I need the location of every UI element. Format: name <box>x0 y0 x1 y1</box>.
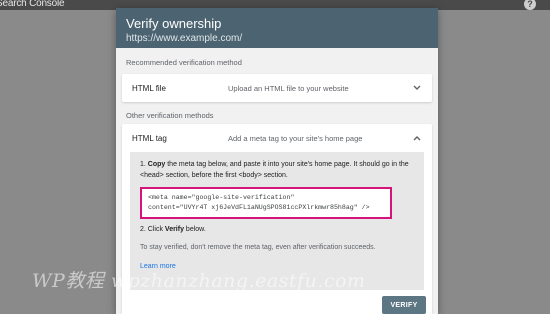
body-tag: <body> <box>238 171 262 179</box>
step-text-part: section. <box>261 171 288 179</box>
recommended-method-label: Recommended verification method <box>126 58 242 67</box>
step-text-part: section, before the first <box>163 171 239 179</box>
step-1-text: 1. Copy the meta tag below, and paste it… <box>140 160 416 181</box>
app-title: Search Console <box>0 0 65 9</box>
stay-verified-note: To stay verified, don't remove the meta … <box>140 243 376 251</box>
property-url: https://www.example.com/ <box>126 33 243 44</box>
chevron-down-icon[interactable] <box>412 83 422 93</box>
html-file-method-card[interactable]: HTML file Upload an HTML file to your we… <box>122 74 432 102</box>
method-name: HTML file <box>132 83 166 93</box>
step-action: Verify <box>164 226 184 233</box>
dialog-body: Recommended verification method HTML fil… <box>116 48 438 314</box>
dialog-header: Verify ownership https://www.example.com… <box>116 8 438 48</box>
step-text-part: the meta tag below, and paste it into yo… <box>165 161 409 168</box>
step-2-text: 2. Click Verify below. <box>140 225 416 236</box>
html-file-method-row[interactable]: HTML file Upload an HTML file to your we… <box>122 74 432 102</box>
code-line: <meta name="google-site-verification" <box>148 194 295 201</box>
step-number: 1. <box>140 161 146 168</box>
step-text-part: Click <box>145 226 165 233</box>
other-methods-label: Other verification methods <box>126 111 214 120</box>
head-tag: <head> <box>140 171 164 179</box>
meta-tag-code-box[interactable]: <meta name="google-site-verification" co… <box>140 187 392 219</box>
method-description: Add a meta tag to your site's home page <box>228 133 363 143</box>
dialog-title: Verify ownership <box>126 16 222 31</box>
chevron-up-icon[interactable] <box>412 133 422 143</box>
learn-more-link[interactable]: Learn more <box>140 263 176 270</box>
step-action: Copy <box>147 161 166 168</box>
meta-tag-instructions: 1. Copy the meta tag below, and paste it… <box>130 152 424 290</box>
step-text-part: below. <box>183 226 206 233</box>
method-description: Upload an HTML file to your website <box>228 83 349 93</box>
code-line: content="UVYr4T xj6JeVdFL1aNUgSPOS81ccPX… <box>148 204 370 211</box>
verify-button[interactable]: VERIFY <box>382 296 426 314</box>
method-name: HTML tag <box>132 133 167 143</box>
html-tag-method-row[interactable]: HTML tag Add a meta tag to your site's h… <box>122 124 432 152</box>
verify-ownership-dialog: Verify ownership https://www.example.com… <box>116 8 438 314</box>
html-tag-method-card: HTML tag Add a meta tag to your site's h… <box>122 124 432 314</box>
help-icon[interactable]: ? <box>524 0 536 10</box>
